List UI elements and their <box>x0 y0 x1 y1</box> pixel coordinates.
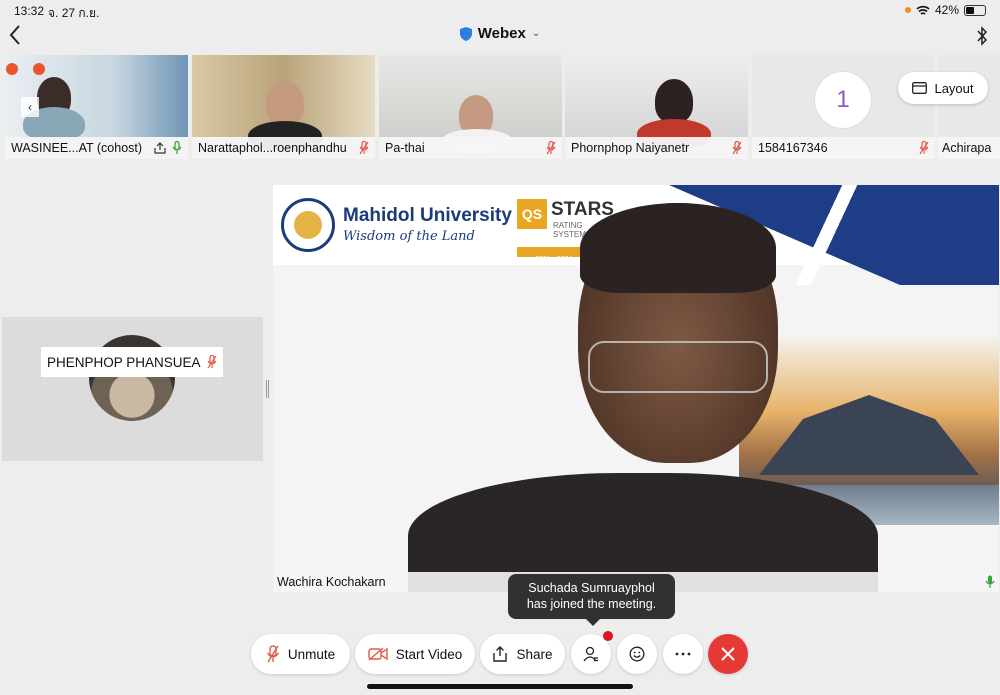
start-video-button[interactable]: Start Video <box>355 634 475 674</box>
share-button[interactable]: Share <box>480 634 565 674</box>
participant-label: Narattaphol...roenphandhu <box>192 137 375 159</box>
chevron-down-icon: ⌄ <box>531 28 541 39</box>
more-options-button[interactable] <box>663 634 703 674</box>
layout-button[interactable]: Layout <box>898 72 988 104</box>
date: จ. 27 ก.ย. <box>48 6 100 20</box>
speaker-hair <box>580 203 776 293</box>
mic-on-icon <box>985 575 995 588</box>
mic-muted-icon <box>732 141 742 155</box>
participant-tile[interactable]: 1 1584167346 <box>752 55 935 159</box>
participant-label: PHENPHOP PHANSUEA <box>41 347 223 377</box>
leave-meeting-button[interactable] <box>708 634 748 674</box>
unmute-label: Unmute <box>287 646 336 662</box>
participant-label: 1584167346 <box>752 137 935 159</box>
battery-percent: 42% <box>934 3 959 17</box>
battery-icon <box>964 4 986 16</box>
layout-label: Layout <box>934 80 974 96</box>
participant-joined-toast: Suchada Sumruayphol has joined the meeti… <box>508 574 675 626</box>
participant-tile[interactable]: Narattaphol...roenphandhu <box>192 55 375 159</box>
mic-muted-icon <box>207 355 217 369</box>
layout-icon <box>912 82 928 94</box>
mic-muted-icon <box>266 645 279 663</box>
participants-button[interactable] <box>571 631 613 674</box>
mic-on-icon <box>172 141 182 154</box>
meeting-title-menu[interactable]: Webex ⌄ <box>0 25 1000 42</box>
participant-name: Narattaphol...roenphandhu <box>198 141 347 155</box>
mic-muted-icon <box>546 141 556 155</box>
chevron-left-icon: ‹ <box>28 100 32 114</box>
nav-bar: Webex ⌄ <box>0 22 1000 50</box>
close-icon <box>721 647 735 661</box>
participant-label: Pa-thai <box>379 137 562 159</box>
sharing-icon <box>154 142 166 154</box>
more-icon <box>675 652 691 656</box>
bluetooth-icon[interactable] <box>976 26 988 46</box>
participant-tile[interactable]: Achirapa B <box>938 55 1000 159</box>
filmstrip-prev-button[interactable]: ‹ <box>21 97 39 117</box>
share-label: Share <box>516 646 553 662</box>
share-icon <box>493 646 508 662</box>
participant-label: Phornphop Naiyanetr <box>565 137 748 159</box>
participant-label: WASINEE...AT (cohost) <box>5 137 188 159</box>
unmute-button[interactable]: Unmute <box>251 634 350 674</box>
clock: 13:32 <box>14 4 45 18</box>
start-video-label: Start Video <box>395 646 463 662</box>
participant-figure <box>266 81 304 125</box>
participant-avatar: 1 <box>814 71 872 129</box>
participant-name: Phornphop Naiyanetr <box>571 141 690 155</box>
speaker-glasses <box>588 341 768 393</box>
participant-name: Pa-thai <box>385 141 425 155</box>
active-speaker-video[interactable]: Mahidol University Wisdom of the Land QS… <box>273 185 999 592</box>
toast-name: Suchada Sumruayphol <box>528 581 655 595</box>
mic-muted-icon <box>919 141 929 155</box>
wifi-icon <box>916 5 930 15</box>
meeting-controls: Unmute Start Video Share <box>0 631 1000 674</box>
participant-video <box>379 55 562 153</box>
participant-video <box>565 55 748 149</box>
participant-name: WASINEE...AT (cohost) <box>11 141 143 155</box>
participant-name: PHENPHOP PHANSUEA <box>47 354 201 370</box>
speaker-figure <box>408 203 878 592</box>
mic-muted-icon <box>359 141 369 155</box>
meeting-title: Webex <box>477 25 526 42</box>
participant-name: Achirapa B <box>942 141 994 155</box>
filmstrip: WASINEE...AT (cohost) Narattaphol...roen… <box>0 55 1000 159</box>
participant-name: 1584167346 <box>758 141 828 155</box>
reactions-button[interactable] <box>617 634 657 674</box>
recording-indicator-icon <box>6 63 18 75</box>
participant-tile[interactable]: Pa-thai <box>379 55 562 159</box>
participant-tile[interactable]: Phornphop Naiyanetr <box>565 55 748 159</box>
participant-label: Achirapa B <box>938 137 1000 159</box>
recording-indicator-icon <box>33 63 45 75</box>
shield-icon <box>459 26 472 41</box>
home-indicator[interactable] <box>367 684 633 689</box>
participant-video <box>192 55 375 151</box>
participant-figure <box>655 79 693 123</box>
side-participant-tile[interactable]: PHENPHOP PHANSUEA <box>2 317 263 461</box>
privacy-indicator-icon <box>904 7 911 13</box>
smiley-icon <box>629 646 645 662</box>
status-bar: 13:32 จ. 27 ก.ย. 42% <box>0 0 1000 22</box>
status-right: 42% <box>904 3 986 17</box>
split-resize-handle[interactable] <box>266 380 269 398</box>
notification-badge <box>603 631 613 641</box>
participants-icon <box>583 646 598 662</box>
university-seal-logo <box>281 198 335 252</box>
video-off-icon <box>368 647 388 661</box>
toast-message: has joined the meeting. <box>526 597 657 611</box>
